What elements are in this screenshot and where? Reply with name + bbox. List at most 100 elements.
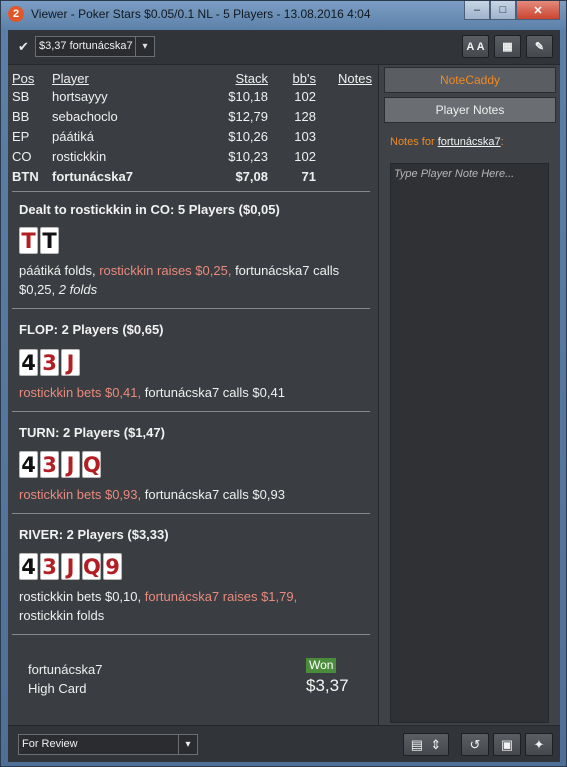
- divider: [12, 411, 370, 412]
- cell-stack: $10,18: [228, 88, 268, 104]
- notes-player-link[interactable]: fortunácska7: [438, 136, 501, 148]
- font-size-button[interactable]: A A: [462, 35, 489, 58]
- action-text-highlight: rostickkin bets $0,93,: [19, 487, 142, 502]
- edit-button[interactable]: ✎: [526, 35, 553, 58]
- header-pos[interactable]: Pos: [12, 70, 52, 86]
- cell-stack: $10,26: [228, 128, 268, 144]
- action-text: páátiká folds,: [19, 263, 100, 278]
- card: 3: [40, 451, 59, 478]
- hand-selector-value: $3,37 fortunácska7: [39, 40, 133, 52]
- cell-pos: SB: [12, 88, 30, 104]
- notes-for-label: Notes for fortunácska7:: [390, 136, 504, 148]
- card: T: [19, 227, 38, 254]
- review-dropdown[interactable]: For Review ▾: [18, 734, 198, 755]
- filter-checkbox[interactable]: ✔: [18, 40, 31, 53]
- header-bbs[interactable]: bb's: [268, 70, 316, 86]
- table-row-hero[interactable]: BTN fortunácska7 $7,08 71: [12, 166, 372, 186]
- card: J: [61, 451, 80, 478]
- cell-notes: [316, 126, 372, 146]
- cell-bbs: 102: [294, 148, 316, 164]
- save-button[interactable]: ▣: [493, 733, 521, 756]
- minimize-button[interactable]: –: [464, 1, 490, 20]
- cell-bbs: 102: [294, 88, 316, 104]
- card: 9: [103, 553, 122, 580]
- cell-player: rostickkin: [52, 148, 107, 164]
- action-text: rostickkin bets $0,10,: [19, 589, 145, 604]
- maximize-button[interactable]: □: [490, 1, 516, 20]
- turn-title: TURN: 2 Players ($1,47): [19, 425, 165, 440]
- window-title: Viewer - Poker Stars $0.05/0.1 NL - 5 Pl…: [31, 7, 371, 21]
- table-row[interactable]: SB hortsayyy $10,18 102: [12, 86, 372, 106]
- save-icon: ▣: [500, 736, 514, 752]
- cell-stack: $10,23: [228, 148, 268, 164]
- action-text: fortunácska7 calls $0,41: [141, 385, 285, 400]
- flop-actions: rostickkin bets $0,41, fortunácska7 call…: [19, 383, 369, 402]
- cell-notes: [316, 166, 372, 186]
- action-text-highlight: rostickkin bets $0,41,: [19, 385, 142, 400]
- river-cards: 4 3 J Q 9: [19, 553, 122, 580]
- winning-hand: High Card: [28, 681, 87, 696]
- close-button[interactable]: ✕: [516, 1, 560, 20]
- header-notes[interactable]: Notes: [316, 70, 372, 86]
- window-controls: – □ ✕: [464, 1, 560, 20]
- cell-player: sebachoclo: [52, 108, 118, 124]
- cell-player: páátiká: [52, 128, 94, 144]
- notes-icon: ▤: [410, 736, 424, 752]
- won-badge: Won: [306, 658, 337, 673]
- header-player[interactable]: Player: [52, 70, 192, 86]
- header-stack[interactable]: Stack: [192, 70, 268, 86]
- cell-bbs: 71: [301, 168, 316, 184]
- card: 3: [40, 553, 59, 580]
- table-row[interactable]: EP páátiká $10,26 103: [12, 126, 372, 146]
- hole-cards: T T: [19, 227, 59, 254]
- title-bar[interactable]: 2 Viewer - Poker Stars $0.05/0.1 NL - 5 …: [1, 1, 566, 27]
- notes-for-suffix: :: [500, 136, 504, 148]
- card: 4: [19, 553, 38, 580]
- players-table: Pos Player Stack bb's Notes SB hortsayyy…: [12, 70, 372, 186]
- flop-title: FLOP: 2 Players ($0,65): [19, 322, 164, 337]
- chevron-down-icon[interactable]: ▾: [135, 37, 154, 56]
- cell-player: fortunácska7: [52, 168, 133, 184]
- river-title: RIVER: 2 Players ($3,33): [19, 527, 169, 542]
- card: T: [40, 227, 59, 254]
- cell-pos: CO: [12, 148, 32, 164]
- notes-sort-button[interactable]: ▤ ⇕: [403, 733, 449, 756]
- grid-icon: ▦: [502, 41, 513, 53]
- cell-notes: [316, 106, 372, 126]
- flop-cards: 4 3 J: [19, 349, 80, 376]
- table-row[interactable]: CO rostickkin $10,23 102: [12, 146, 372, 166]
- chevron-down-icon[interactable]: ▾: [178, 735, 197, 754]
- cell-stack: $12,79: [228, 108, 268, 124]
- won-amount: $3,37: [306, 676, 349, 695]
- hand-selector-dropdown[interactable]: $3,37 fortunácska7 ▾: [35, 36, 155, 57]
- grid-button[interactable]: ▦: [494, 35, 521, 58]
- replay-button[interactable]: ↺: [461, 733, 489, 756]
- tab-notecaddy[interactable]: NoteCaddy: [384, 67, 556, 93]
- twitter-share-button[interactable]: ✦: [525, 733, 553, 756]
- action-text-highlight: rostickkin raises $0,25,: [99, 263, 232, 278]
- cell-notes: [316, 146, 372, 166]
- table-row[interactable]: BB sebachoclo $12,79 128: [12, 106, 372, 126]
- preflop-title: Dealt to rostickkin in CO: 5 Players ($0…: [19, 202, 280, 217]
- action-text: rostickkin folds: [19, 608, 105, 623]
- turn-cards: 4 3 J Q: [19, 451, 101, 478]
- bottom-toolbar: For Review ▾ ▤ ⇕ ↺ ▣ ✦: [8, 725, 560, 762]
- cell-stack: $7,08: [235, 168, 268, 184]
- action-text-italic: 2 folds: [58, 282, 98, 297]
- notes-pane: NoteCaddy Player Notes Notes for fortuná…: [379, 65, 560, 725]
- card: J: [61, 349, 80, 376]
- card: 3: [40, 349, 59, 376]
- cell-notes: [316, 86, 372, 106]
- turn-actions: rostickkin bets $0,93, fortunácska7 call…: [19, 485, 369, 504]
- player-note-input[interactable]: Type Player Note Here...: [390, 163, 549, 723]
- hand-result: fortunácska7 High Card: [28, 660, 102, 698]
- app-icon: 2: [8, 6, 24, 22]
- review-dropdown-value: For Review: [22, 738, 78, 750]
- divider: [12, 308, 370, 309]
- card: J: [61, 553, 80, 580]
- cell-pos: EP: [12, 128, 30, 144]
- winner-name: fortunácska7: [28, 662, 103, 677]
- font-size-icon: A A: [466, 40, 485, 53]
- river-actions: rostickkin bets $0,10, fortunácska7 rais…: [19, 587, 369, 625]
- tab-player-notes[interactable]: Player Notes: [384, 97, 556, 123]
